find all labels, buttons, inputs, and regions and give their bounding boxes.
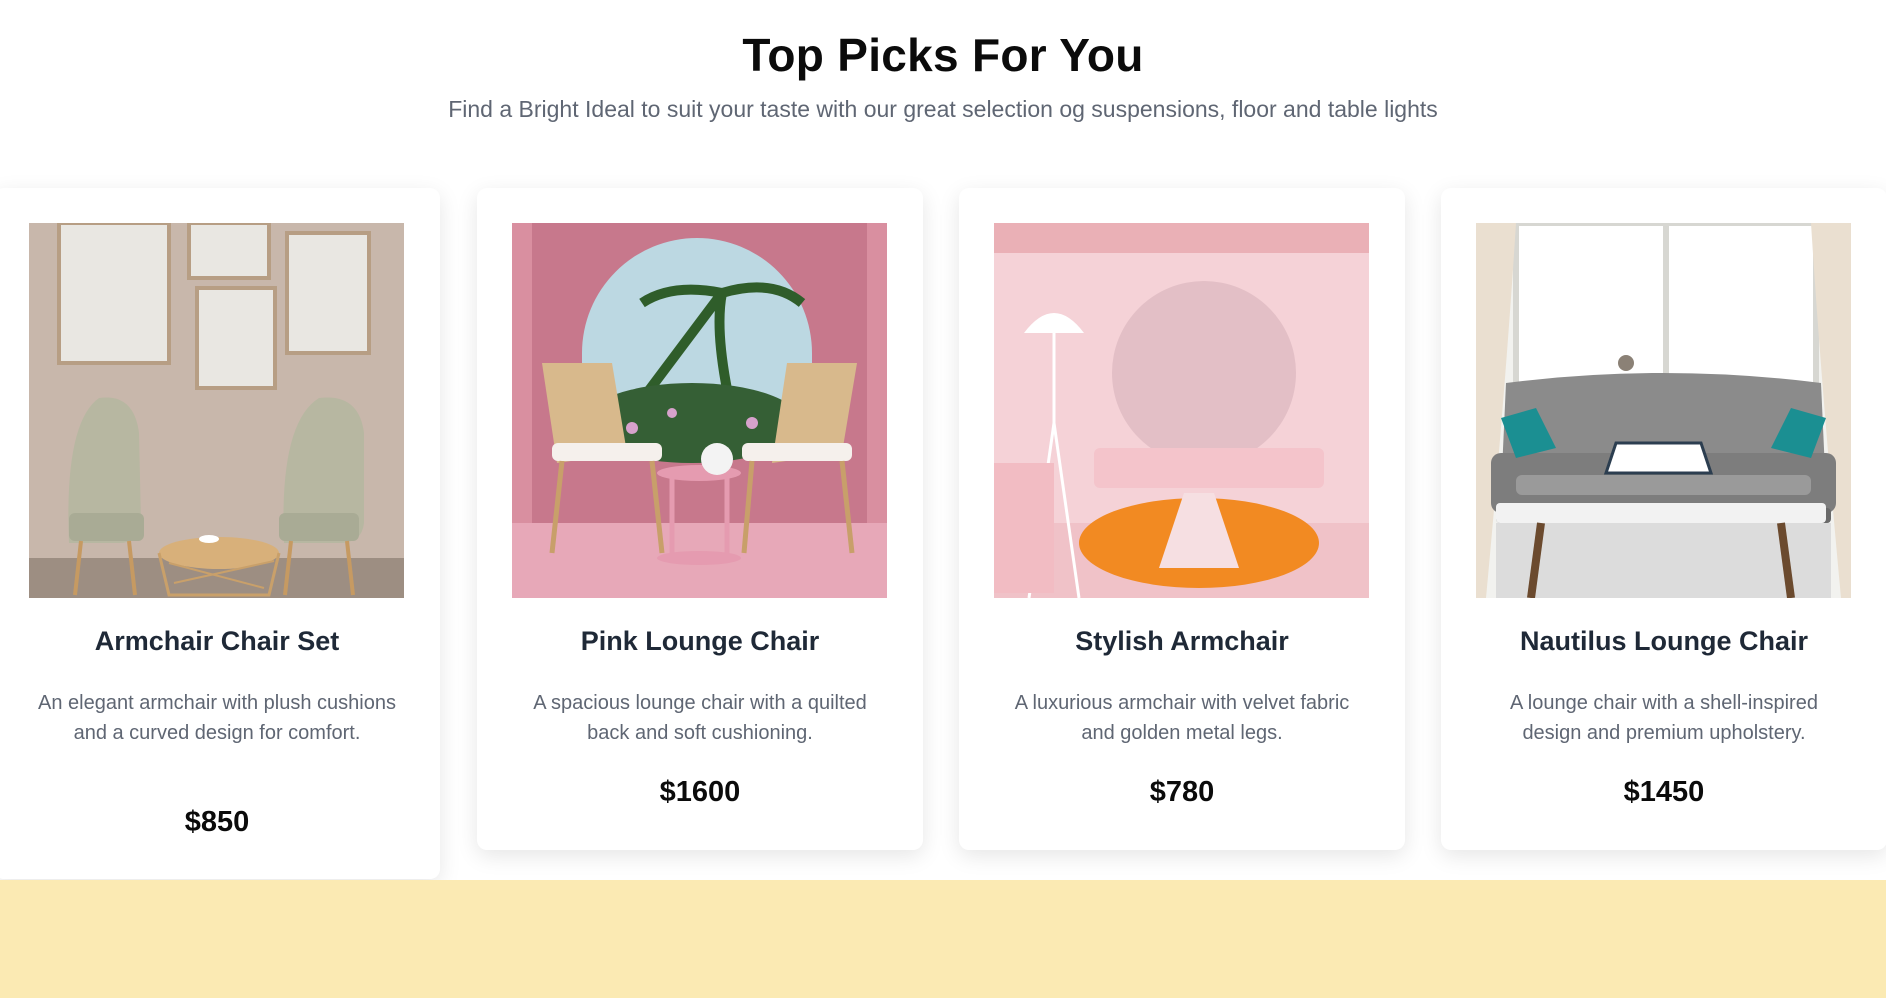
section-subtitle: Find a Bright Ideal to suit your taste w… xyxy=(448,96,1438,122)
pink-lounge-photo xyxy=(512,223,887,598)
product-name[interactable]: Stylish Armchair xyxy=(959,626,1405,657)
product-description: A luxurious armchair with velvet fabric … xyxy=(1014,692,1350,744)
product-card-nautilus-lounge-chair[interactable]: Nautilus Lounge Chair A lounge chair wit… xyxy=(1441,188,1886,850)
product-image[interactable] xyxy=(29,223,404,598)
nautilus-sofa-photo xyxy=(1476,223,1851,598)
product-image[interactable] xyxy=(994,223,1369,598)
product-price: $780 xyxy=(1149,776,1215,808)
section-title: Top Picks For You xyxy=(742,29,1144,81)
product-image[interactable] xyxy=(1476,223,1851,598)
stylish-armchair-photo xyxy=(994,223,1369,598)
product-description: An elegant armchair with plush cushions … xyxy=(38,692,396,744)
product-name[interactable]: Armchair Chair Set xyxy=(0,626,440,657)
product-description: A lounge chair with a shell-inspired des… xyxy=(1510,692,1818,744)
page: Top Picks For You Find a Bright Ideal to… xyxy=(0,0,1886,998)
footer-band xyxy=(0,880,1886,998)
product-card-stylish-armchair[interactable]: Stylish Armchair A luxurious armchair wi… xyxy=(959,188,1405,850)
product-card-pink-lounge-chair[interactable]: Pink Lounge Chair A spacious lounge chai… xyxy=(477,188,923,850)
product-name[interactable]: Pink Lounge Chair xyxy=(477,626,923,657)
armchair-set-photo xyxy=(29,223,404,598)
product-image[interactable] xyxy=(512,223,887,598)
product-price: $1450 xyxy=(1623,776,1705,808)
product-name[interactable]: Nautilus Lounge Chair xyxy=(1441,626,1886,657)
product-price: $1600 xyxy=(659,776,741,808)
product-card-armchair-chair-set[interactable]: Armchair Chair Set An elegant armchair w… xyxy=(0,188,440,879)
product-price: $850 xyxy=(184,806,250,838)
product-description: A spacious lounge chair with a quilted b… xyxy=(533,692,867,744)
